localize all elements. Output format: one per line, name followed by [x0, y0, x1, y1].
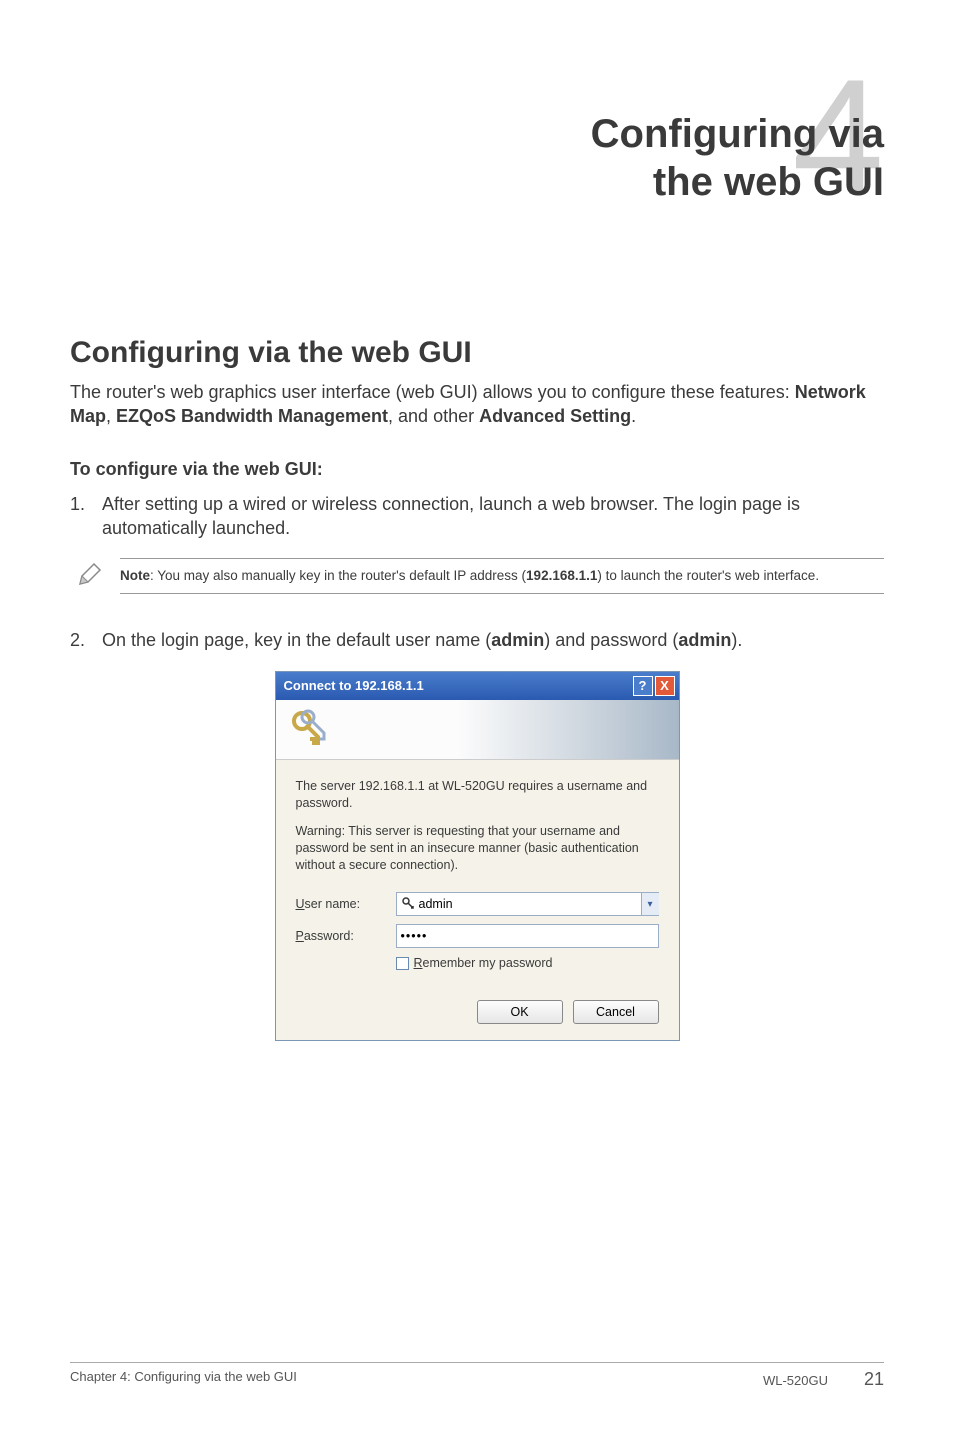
intro-post: .	[631, 406, 636, 426]
section-heading: Configuring via the web GUI	[70, 336, 884, 370]
note-text-1: : You may also manually key in the route…	[150, 568, 526, 583]
note-block: Note: You may also manually key in the r…	[70, 558, 884, 594]
page-footer: Chapter 4: Configuring via the web GUI W…	[70, 1362, 884, 1390]
remember-label-rest: emember my password	[423, 956, 553, 970]
step-2-bold-1: admin	[491, 630, 544, 650]
password-input[interactable]	[401, 926, 654, 946]
dialog-close-button[interactable]: X	[655, 676, 675, 696]
footer-model: WL-520GU	[763, 1373, 828, 1388]
dialog-message-2: Warning: This server is requesting that …	[296, 823, 659, 874]
keys-icon	[288, 707, 332, 751]
dialog-help-button[interactable]: ?	[633, 676, 653, 696]
password-field-wrap[interactable]	[396, 924, 659, 948]
intro-bold-2: EZQoS Bandwidth Management	[116, 406, 388, 426]
dialog-banner	[276, 700, 679, 760]
dialog-button-row: OK Cancel	[296, 1000, 659, 1024]
note-ip: 192.168.1.1	[526, 568, 597, 583]
step-2-mid: ) and password (	[544, 630, 678, 650]
dialog-message-1: The server 192.168.1.1 at WL-520GU requi…	[296, 778, 659, 812]
chapter-heading-line1: Configuring via	[591, 112, 884, 156]
step-1: 1. After setting up a wired or wireless …	[70, 492, 884, 541]
step-2-bold-2: admin	[678, 630, 731, 650]
username-label: User name:	[296, 897, 396, 911]
step-1-text: After setting up a wired or wireless con…	[102, 494, 800, 538]
note-pencil-icon	[76, 562, 102, 594]
note-content: Note: You may also manually key in the r…	[120, 558, 884, 594]
username-combobox[interactable]: ▾	[396, 892, 659, 916]
step-2-pre: On the login page, key in the default us…	[102, 630, 491, 650]
remember-password-row[interactable]: Remember my password	[396, 956, 659, 970]
password-label: Password:	[296, 929, 396, 943]
key-icon	[401, 896, 415, 913]
chevron-down-icon[interactable]: ▾	[641, 893, 659, 915]
intro-bold-3: Advanced Setting	[479, 406, 631, 426]
dialog-body: The server 192.168.1.1 at WL-520GU requi…	[276, 760, 679, 1040]
note-bold-label: Note	[120, 568, 150, 583]
step-2-post: ).	[731, 630, 742, 650]
step-2: 2. On the login page, key in the default…	[70, 628, 884, 652]
password-label-u: P	[296, 929, 304, 943]
intro-paragraph: The router's web graphics user interface…	[70, 380, 884, 429]
username-label-rest: ser name:	[305, 897, 361, 911]
login-dialog-screenshot: Connect to 192.168.1.1 ? X The server 19…	[275, 671, 680, 1041]
remember-label-u: R	[414, 956, 423, 970]
chapter-heading-line2: the web GUI	[653, 160, 884, 204]
footer-chapter-label: Chapter 4: Configuring via the web GUI	[70, 1369, 297, 1390]
step-2-number: 2.	[70, 628, 85, 652]
remember-checkbox[interactable]	[396, 957, 409, 970]
ok-button[interactable]: OK	[477, 1000, 563, 1024]
chapter-title-block: 4 Configuring via the web GUI	[70, 110, 884, 206]
username-label-u: U	[296, 897, 305, 911]
intro-pre: The router's web graphics user interface…	[70, 382, 795, 402]
password-row: Password:	[296, 924, 659, 948]
remember-label: Remember my password	[414, 956, 553, 970]
note-text-2: ) to launch the router's web interface.	[597, 568, 819, 583]
intro-sep-2: , and other	[388, 406, 479, 426]
subheading: To configure via the web GUI:	[70, 459, 884, 480]
chapter-heading: Configuring via the web GUI	[70, 110, 884, 206]
cancel-button[interactable]: Cancel	[573, 1000, 659, 1024]
dialog-titlebar: Connect to 192.168.1.1 ? X	[276, 672, 679, 700]
username-input[interactable]	[419, 894, 641, 914]
username-row: User name: ▾	[296, 892, 659, 916]
password-label-rest: assword:	[304, 929, 354, 943]
intro-sep-1: ,	[106, 406, 116, 426]
dialog-title: Connect to 192.168.1.1	[284, 678, 424, 693]
step-1-number: 1.	[70, 492, 85, 516]
footer-page-number: 21	[864, 1369, 884, 1390]
